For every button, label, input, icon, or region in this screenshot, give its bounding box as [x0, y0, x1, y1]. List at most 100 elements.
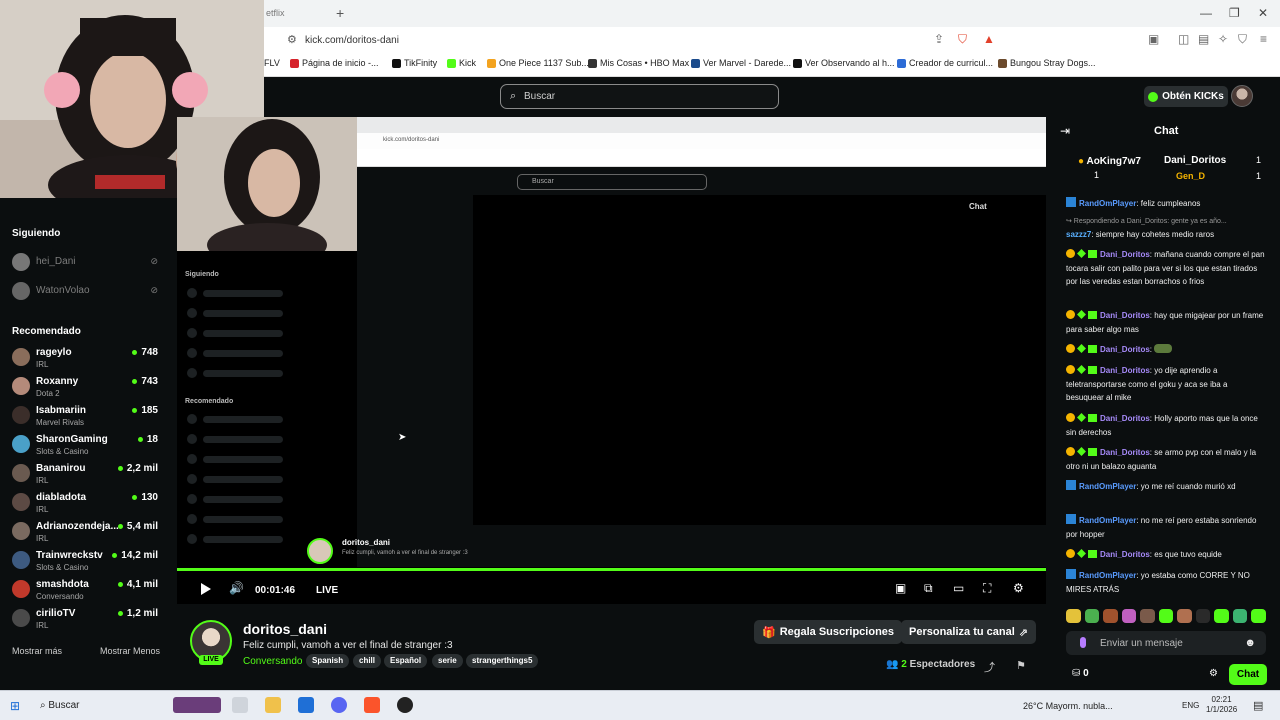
bookmark-item[interactable]: Ver Marvel - Darede... [691, 58, 791, 68]
bookmark-item[interactable]: Creador de curricul... [897, 58, 993, 68]
gift-subs-button[interactable]: 🎁 Regala Suscripciones [754, 620, 903, 644]
show-more-link[interactable]: Mostrar más [12, 646, 62, 656]
sidebar-item-following[interactable]: WatonVolao ⊘ [12, 280, 172, 308]
emote-icon[interactable] [1103, 609, 1118, 623]
live-indicator[interactable]: LIVE [316, 585, 338, 596]
emoji-picker-icon[interactable]: ☻ [1244, 637, 1256, 649]
extensions-icon[interactable]: ✧ [1218, 32, 1228, 46]
language-indicator[interactable]: ENG [1182, 701, 1199, 710]
chat-message[interactable]: Dani_Doritos: Holly aporto mas que la on… [1066, 412, 1266, 439]
channel-points[interactable]: ⛁ 0 [1072, 668, 1089, 679]
file-explorer-icon[interactable] [265, 697, 281, 713]
user-avatar[interactable] [1231, 85, 1253, 107]
chat-message[interactable]: RandOmPlayer: yo estaba como CORRE Y NO … [1066, 569, 1266, 596]
notifications-icon[interactable]: ▤ [1253, 699, 1263, 712]
show-less-link[interactable]: Mostrar Menos [100, 646, 160, 656]
theater-icon[interactable]: ▣ [895, 581, 906, 595]
search-input[interactable]: ⌕ Buscar [500, 84, 779, 109]
bookmark-item[interactable]: Mis Cosas • HBO Max [588, 58, 689, 68]
chat-message[interactable]: RandOmPlayer: yo me reí cuando murió xd [1066, 480, 1266, 494]
discord-icon[interactable] [331, 697, 347, 713]
sidebar-item-following[interactable]: hei_Dani ⊘ [12, 251, 172, 279]
streamer-name[interactable]: doritos_dani [243, 621, 327, 637]
add-user-icon[interactable]: ⚑ [1016, 659, 1026, 672]
sidebar-item-recommended[interactable]: cirilioTV IRL 1,2 mil [12, 607, 172, 635]
brave-icon[interactable] [364, 697, 380, 713]
bookmark-item[interactable]: Kick [447, 58, 476, 68]
url-field[interactable]: kick.com/doritos-dani [305, 35, 399, 46]
stream-tag[interactable]: serie [432, 654, 463, 668]
brave-rewards-icon[interactable]: ▲ [983, 32, 995, 46]
stream-tag[interactable]: Spanish [306, 654, 350, 668]
site-info-icon[interactable]: ⚙ [287, 33, 297, 46]
chat-message[interactable]: RandOmPlayer: no me reí pero estaba sonr… [1066, 514, 1266, 541]
bookmark-item[interactable]: TikFinity [392, 58, 437, 68]
emote-icon[interactable] [1214, 609, 1229, 623]
chat-message[interactable]: Dani_Doritos: [1066, 343, 1266, 357]
mic-icon[interactable] [1080, 637, 1086, 648]
close-window-icon[interactable]: ✕ [1258, 6, 1268, 20]
settings-gear-icon[interactable]: ⚙ [1013, 581, 1024, 595]
store-icon[interactable] [298, 697, 314, 713]
play-button[interactable] [201, 583, 211, 595]
video-player[interactable]: kick.com/doritos-dani Buscar Chat Siguie… [177, 117, 1046, 604]
task-view-icon[interactable] [232, 697, 248, 713]
cinema-mode-icon[interactable]: ▭ [953, 581, 964, 595]
volume-icon[interactable]: 🔊 [229, 581, 244, 595]
taskbar-clock[interactable]: 02:21 1/1/2026 [1206, 695, 1237, 715]
emote-icon[interactable] [1177, 609, 1192, 623]
collapse-chat-icon[interactable]: ⇥ [1060, 124, 1070, 138]
emote-icon[interactable] [1232, 609, 1248, 623]
emote-icon[interactable] [1140, 609, 1155, 623]
share-icon[interactable]: ⇪ [934, 32, 944, 46]
stream-tag[interactable]: Español [384, 654, 428, 668]
sidebar-item-recommended[interactable]: SharonGaming Slots & Casino 18 [12, 433, 172, 461]
sidebar-item-recommended[interactable]: Adrianozendeja... IRL 5,4 mil [12, 520, 172, 548]
chat-message[interactable]: Dani_Doritos: hay que migajear por un fr… [1066, 309, 1266, 336]
chat-settings-icon[interactable]: ⚙ [1209, 668, 1218, 679]
progress-bar[interactable] [177, 568, 1046, 571]
menu-icon[interactable]: ≡ [1260, 32, 1267, 46]
weather-widget[interactable]: 26°C Mayorm. nubla... [1023, 701, 1113, 711]
obs-icon[interactable] [397, 697, 413, 713]
stream-tag[interactable]: chill [353, 654, 382, 668]
emote-icon[interactable] [1121, 609, 1137, 623]
sidebar-item-recommended[interactable]: Bananirou IRL 2,2 mil [12, 462, 172, 490]
sidebar-item-recommended[interactable]: Roxanny Dota 2 743 [12, 375, 172, 403]
chat-message[interactable]: Dani_Doritos: es que tuvo equide [1066, 548, 1266, 562]
customize-channel-button[interactable]: Personaliza tu canal ⇗ [901, 620, 1036, 644]
windows-start-icon[interactable]: ⊞ [10, 699, 20, 713]
wallet-icon[interactable]: ▤ [1198, 32, 1209, 46]
bookmark-item[interactable]: Ver Observando al h... [793, 58, 895, 68]
brave-shield-icon[interactable]: ⛉ [958, 32, 967, 47]
chat-send-button[interactable]: Chat [1229, 664, 1267, 685]
emote-icon[interactable] [1066, 609, 1081, 623]
chat-message[interactable]: RandOmPlayer: feliz cumpleanos [1066, 197, 1266, 211]
bookmark-item[interactable]: Bungou Stray Dogs... [998, 58, 1096, 68]
stream-category[interactable]: Conversando [243, 656, 302, 667]
sidebar-item-recommended[interactable]: rageylo IRL 748 [12, 346, 172, 374]
bookmark-item[interactable]: FLV [264, 58, 280, 68]
minimize-icon[interactable]: — [1200, 6, 1212, 20]
chat-message[interactable]: sazzz7: siempre hay cohetes medio raros [1066, 228, 1266, 242]
emote-icon[interactable] [1084, 609, 1100, 623]
sidebar-item-recommended[interactable]: Isabmariin Marvel Rivals 185 [12, 404, 172, 432]
emote-icon[interactable] [1195, 609, 1211, 623]
bookmark-item[interactable]: One Piece 1137 Sub... [487, 58, 589, 68]
fullscreen-icon[interactable]: ⛶ [983, 581, 991, 596]
reader-mode-icon[interactable]: ▣ [1148, 32, 1159, 46]
new-tab-icon[interactable]: + [336, 5, 344, 21]
chat-message[interactable]: Dani_Doritos: se armo pvp con el malo y … [1066, 446, 1266, 473]
pip-icon[interactable]: ⧉ [924, 581, 933, 596]
chat-message-input[interactable]: Enviar un mensaje ☻ [1066, 631, 1266, 655]
sidebar-item-recommended[interactable]: smashdota Conversando 4,1 mil [12, 578, 172, 606]
chat-message[interactable]: Dani_Doritos: yo dije aprendio a teletra… [1066, 364, 1266, 405]
vpn-icon[interactable]: ⛉ [1238, 32, 1247, 47]
emote-icon[interactable] [1251, 609, 1267, 623]
sidebar-toggle-icon[interactable]: ◫ [1178, 32, 1189, 46]
sidebar-item-recommended[interactable]: Trainwreckstv Slots & Casino 14,2 mil [12, 549, 172, 577]
bookmark-item[interactable]: Página de inicio -... [290, 58, 379, 68]
taskbar-widget-icon[interactable] [173, 697, 221, 713]
emote-icon[interactable] [1158, 609, 1174, 623]
sidebar-item-recommended[interactable]: diabladota IRL 130 [12, 491, 172, 519]
